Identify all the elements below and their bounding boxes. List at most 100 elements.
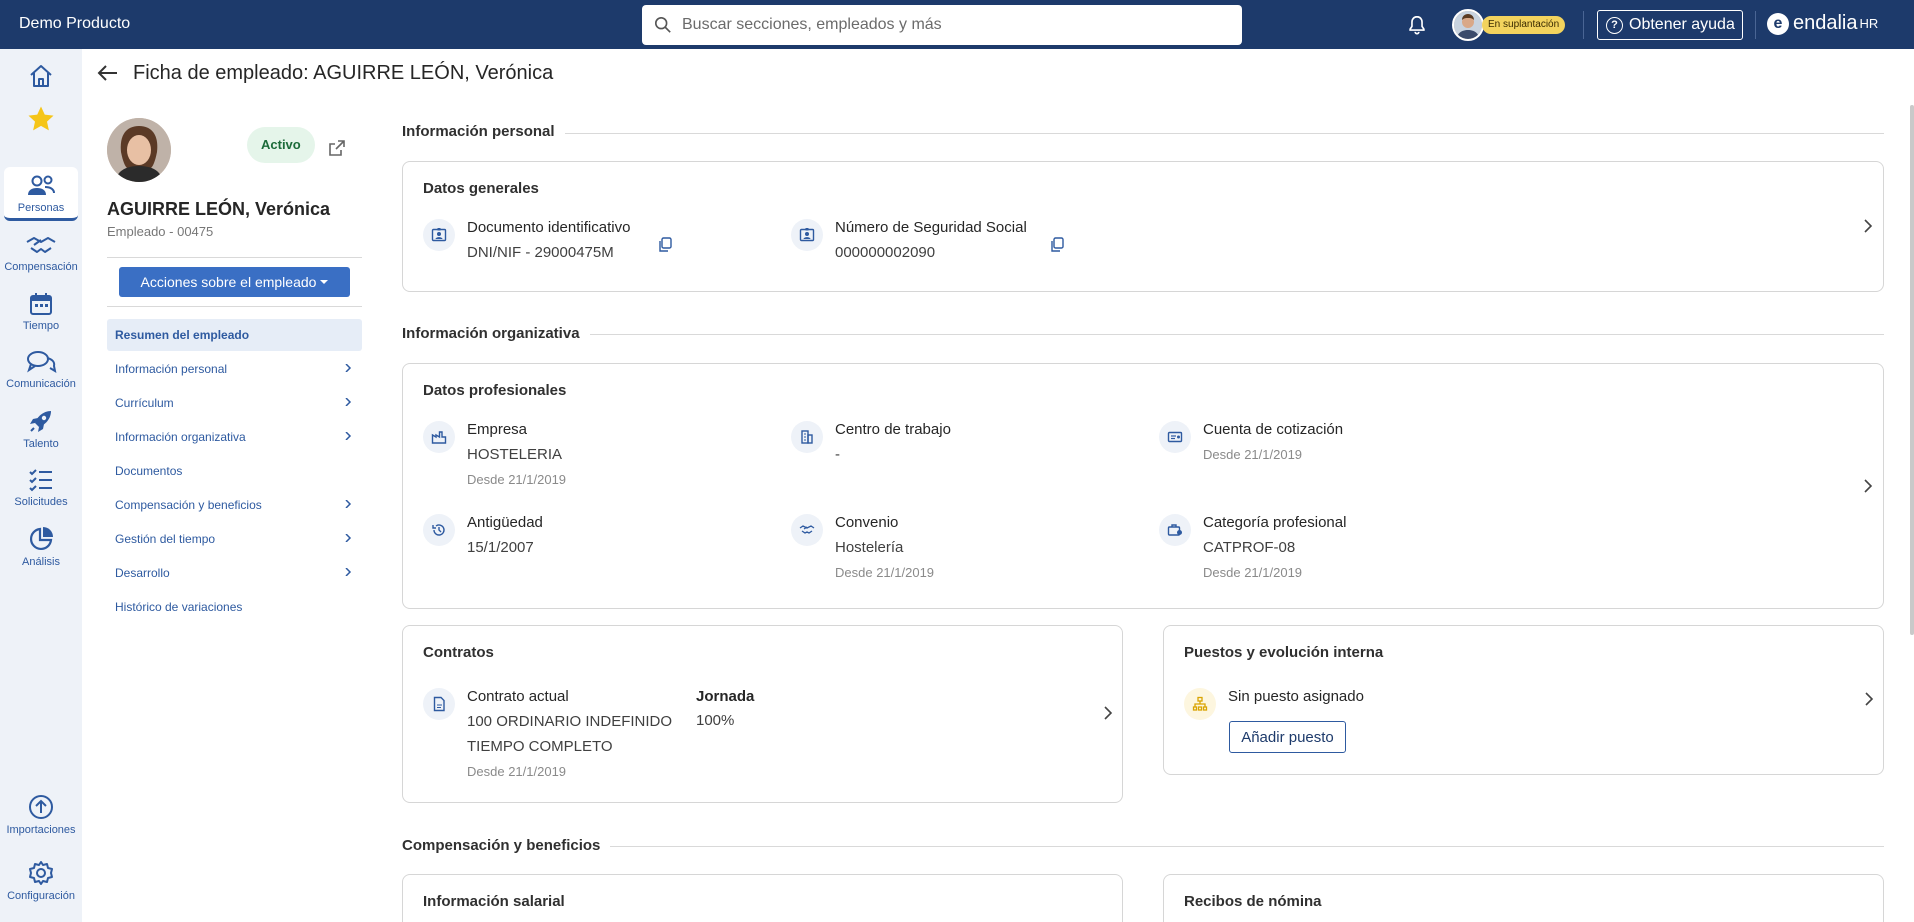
nav-label: Resumen del empleado <box>115 328 250 342</box>
rail-label: Tiempo <box>22 320 60 332</box>
impersonation-badge: En suplantación <box>1482 16 1566 34</box>
endalia-logo[interactable]: e endalia HR <box>1767 12 1878 35</box>
employee-actions-button[interactable]: Acciones sobre el empleado <box>119 267 350 297</box>
handshake-icon <box>791 514 823 546</box>
star-icon <box>28 106 54 131</box>
card-recibos-nomina[interactable]: Recibos de nómina <box>1163 874 1884 922</box>
help-button[interactable]: ? Obtener ayuda <box>1597 10 1743 40</box>
rail-label: Talento <box>23 438 59 450</box>
chat-icon <box>27 351 57 374</box>
caret-down-icon <box>320 280 329 284</box>
chevron-right-icon[interactable] <box>1863 219 1873 233</box>
field-value: 100% <box>696 712 735 729</box>
top-bar: Demo Producto En suplantación ? Obtener … <box>0 0 1914 49</box>
rail-favorites[interactable] <box>0 104 82 137</box>
chevron-right-icon[interactable] <box>1103 706 1113 720</box>
rail-tiempo[interactable]: Tiempo <box>0 291 82 332</box>
copy-icon[interactable] <box>658 237 672 253</box>
chevron-right-icon[interactable] <box>1863 479 1873 493</box>
card-title: Datos generales <box>423 180 539 197</box>
chevron-right-icon[interactable] <box>1864 692 1874 706</box>
chevron-right-icon <box>345 534 352 542</box>
people-icon <box>28 175 55 195</box>
nav-curriculum[interactable]: Currículum <box>107 387 362 419</box>
field-label: Sin puesto asignado <box>1228 688 1364 705</box>
rail-label: Personas <box>17 202 65 214</box>
rail-personas[interactable]: Personas <box>4 167 78 221</box>
field-value: DNI/NIF - 29000475M <box>467 244 614 261</box>
section-rule <box>402 846 1884 847</box>
card-informacion-salarial[interactable]: Información salarial <box>402 874 1123 922</box>
nav-label: Currículum <box>115 396 174 410</box>
rail-importaciones[interactable]: Importaciones <box>0 793 82 836</box>
field-since: Desde 21/1/2019 <box>835 565 935 580</box>
chevron-right-icon <box>345 432 352 440</box>
nav-label: Desarrollo <box>115 566 170 580</box>
card-datos-generales[interactable]: Datos generales Documento identificativo… <box>402 161 1884 292</box>
topbar-divider <box>1583 11 1584 39</box>
copy-icon[interactable] <box>1050 237 1064 253</box>
field-value: CATPROF-08 <box>1203 539 1296 556</box>
card-contratos[interactable]: Contratos Contrato actual 100 ORDINARIO … <box>402 625 1123 803</box>
search-icon <box>654 16 671 33</box>
rail-analisis[interactable]: Análisis <box>0 525 82 568</box>
field-since: Desde 21/1/2019 <box>467 764 567 779</box>
endalia-logo-icon: e <box>1767 12 1789 35</box>
checklist-icon <box>29 469 52 492</box>
nav-documentos[interactable]: Documentos <box>107 455 362 487</box>
app-title[interactable]: Demo Producto <box>19 15 130 33</box>
add-puesto-button[interactable]: Añadir puesto <box>1229 721 1346 753</box>
section-title-org: Información organizativa <box>402 325 590 342</box>
rail-comunicacion[interactable]: Comunicación <box>0 349 82 390</box>
field-label: Antigüedad <box>467 514 543 531</box>
field-label: Contrato actual <box>467 688 569 705</box>
back-arrow-icon[interactable] <box>97 64 119 82</box>
document-icon <box>423 688 455 720</box>
nav-historico-variaciones[interactable]: Histórico de variaciones <box>107 591 362 623</box>
nav-label: Histórico de variaciones <box>115 600 243 614</box>
help-icon: ? <box>1606 16 1623 34</box>
rail-label: Importaciones <box>6 824 76 836</box>
nav-informacion-personal[interactable]: Información personal <box>107 353 362 385</box>
rail-talento[interactable]: Talento <box>0 407 82 450</box>
field-label: Centro de trabajo <box>835 421 951 438</box>
nav-compensacion-beneficios[interactable]: Compensación y beneficios <box>107 489 362 521</box>
field-since: Desde 21/1/2019 <box>1203 565 1303 580</box>
nav-resumen-empleado[interactable]: Resumen del empleado <box>107 319 362 351</box>
nav-desarrollo[interactable]: Desarrollo <box>107 557 362 589</box>
rail-home[interactable] <box>0 63 82 92</box>
external-link-icon[interactable] <box>328 139 346 157</box>
user-avatar[interactable] <box>1452 9 1484 41</box>
card-title: Recibos de nómina <box>1184 893 1322 910</box>
field-label: Convenio <box>835 514 899 531</box>
help-button-label: Obtener ayuda <box>1629 16 1735 33</box>
field-value: 000000002090 <box>835 244 936 261</box>
rail-configuracion[interactable]: Configuración <box>0 859 82 902</box>
field-label: Número de Seguridad Social <box>835 219 1027 236</box>
status-badge: Activo <box>247 127 315 163</box>
field-value-line1: 100 ORDINARIO INDEFINIDO <box>467 713 673 730</box>
card-datos-profesionales[interactable]: Datos profesionales Empresa HOSTELERIA D… <box>402 363 1884 609</box>
search-box[interactable] <box>642 5 1242 45</box>
employee-photo <box>107 118 171 182</box>
rail-solicitudes[interactable]: Solicitudes <box>0 467 82 508</box>
rail-label: Configuración <box>7 890 75 902</box>
logo-text: endalia <box>1793 12 1858 34</box>
employee-code: Empleado - 00475 <box>107 224 214 239</box>
notifications-bell-icon[interactable] <box>1406 14 1428 36</box>
nav-informacion-organizativa[interactable]: Información organizativa <box>107 421 362 453</box>
card-title: Puestos y evolución interna <box>1184 644 1384 661</box>
divider <box>107 257 362 258</box>
rail-compensacion[interactable]: Compensación <box>0 234 82 273</box>
page-scrollbar[interactable] <box>1910 105 1914 635</box>
search-input[interactable] <box>682 16 1222 34</box>
history-icon <box>423 514 455 546</box>
employee-actions-label: Acciones sobre el empleado <box>140 274 317 290</box>
nav-label: Información organizativa <box>115 430 246 444</box>
upload-icon <box>29 795 53 819</box>
nav-gestion-tiempo[interactable]: Gestión del tiempo <box>107 523 362 555</box>
field-label: Cuenta de cotización <box>1203 421 1344 438</box>
card-title: Contratos <box>423 644 494 661</box>
rail-label: Comunicación <box>6 378 76 390</box>
section-rule <box>402 133 1884 134</box>
